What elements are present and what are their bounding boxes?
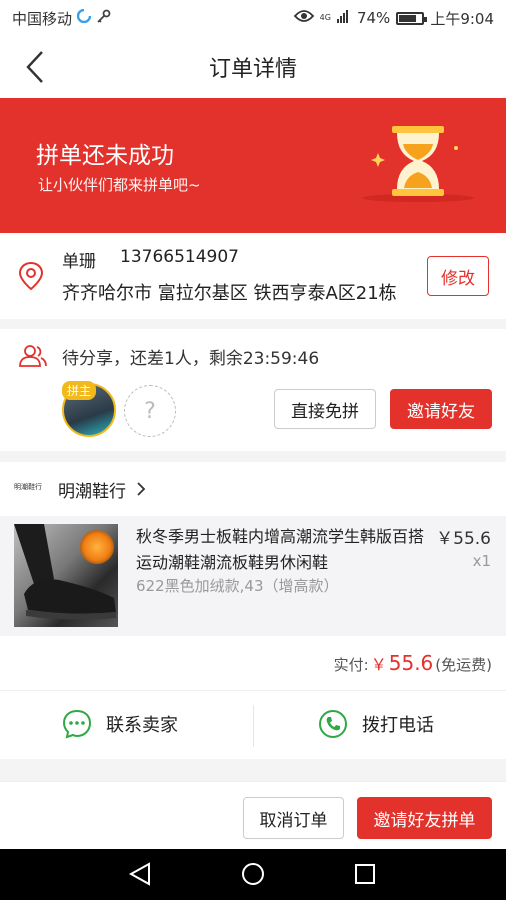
direct-skip-group-button[interactable]: 直接免拼 [274,389,376,429]
call-phone-button[interactable]: 拨打电话 [318,709,434,739]
shop-logo: 明潮鞋行 [14,483,42,491]
cancel-order-button[interactable]: 取消订单 [243,797,344,839]
product-quantity: x1 [472,552,491,570]
product-title: 秋冬季男士板鞋内增高潮流学生韩版百搭运动潮鞋潮流板鞋男休闲鞋 [136,527,425,572]
product-price: ￥55.6 [436,529,491,549]
location-pin-icon [18,261,44,295]
payment-summary: 实付: ￥ 55.6 (免运费) [0,636,506,691]
chevron-left-icon [26,51,43,83]
group-buy-card: 待分享，还差1人，剩余23:59:46 拼主 ? 直接免拼 邀请好友 [0,329,506,451]
phone-icon [319,710,347,738]
paid-currency: ￥ [370,655,387,674]
group-users-icon [18,343,48,373]
nav-back-icon[interactable] [128,862,150,886]
paid-amount: 55.6 [388,651,434,675]
invite-group-buy-button[interactable]: 邀请好友拼单 [357,797,492,839]
carrier-label: 中国移动 [12,9,73,28]
address-card: 单珊 13766514907 齐齐哈尔市 富拉尔基区 铁西亨泰A区21栋 修改 [0,233,506,319]
call-phone-label: 拨打电话 [362,715,434,736]
network-type-label: 4G [319,13,331,22]
shipping-note: (免运费) [435,656,492,674]
banner-title: 拼单还未成功 [36,143,174,169]
chat-bubble-icon [62,709,92,739]
nav-recents-icon[interactable] [355,864,375,884]
page-title: 订单详情 [208,57,297,82]
clock: 上午9:04 [430,9,494,28]
shop-name: 明潮鞋行 [58,482,126,502]
banner-subtitle: 让小伙伴们都来拼单吧~ [38,176,201,194]
edit-address-button[interactable]: 修改 [427,256,489,296]
shop-header[interactable]: 明潮鞋行 明潮鞋行 [0,462,506,516]
battery-percent: 74% [356,9,391,27]
recipient-address: 齐齐哈尔市 富拉尔基区 铁西亨泰A区21栋 [62,283,397,304]
group-status-text: 待分享，还差1人，剩余23:59:46 [62,349,320,369]
status-bar: 中国移动 4G 74% 上午9:04 [0,0,506,36]
product-image [14,524,118,627]
system-navigation-bar [0,849,506,900]
divider [253,705,254,747]
contact-bar: 联系卖家 拨打电话 [0,691,506,759]
product-item[interactable]: 秋冬季男士板鞋内增高潮流学生韩版百搭运动潮鞋潮流板鞋男休闲鞋 ￥55.6 x1 … [0,516,506,636]
back-button[interactable] [18,50,52,84]
nav-home-icon[interactable] [242,863,264,885]
recipient-phone: 13766514907 [120,247,239,267]
paid-label: 实付: [333,656,369,674]
sync-icon [76,8,92,27]
battery-fill [399,14,416,22]
product-sku: 622黑色加绒款,43（增高款） [136,577,339,595]
fleece-badge [80,530,114,564]
hourglass-icon [360,116,480,215]
leader-tag: 拼主 [62,381,97,400]
key-icon [96,9,111,28]
signal-icon [336,9,351,27]
navigation-bar: 订单详情 [0,36,506,98]
chevron-right-icon [136,481,146,501]
recipient-name: 单珊 [62,252,96,272]
bottom-action-bar: 取消订单 邀请好友拼单 [0,781,506,849]
empty-member-slot[interactable]: ? [124,385,176,437]
contact-seller-label: 联系卖家 [106,715,178,736]
eye-icon [293,9,314,27]
invite-friends-button[interactable]: 邀请好友 [390,389,492,429]
contact-seller-button[interactable]: 联系卖家 [62,709,178,739]
group-status-banner: 拼单还未成功 让小伙伴们都来拼单吧~ [0,98,506,233]
battery-icon [396,11,428,25]
